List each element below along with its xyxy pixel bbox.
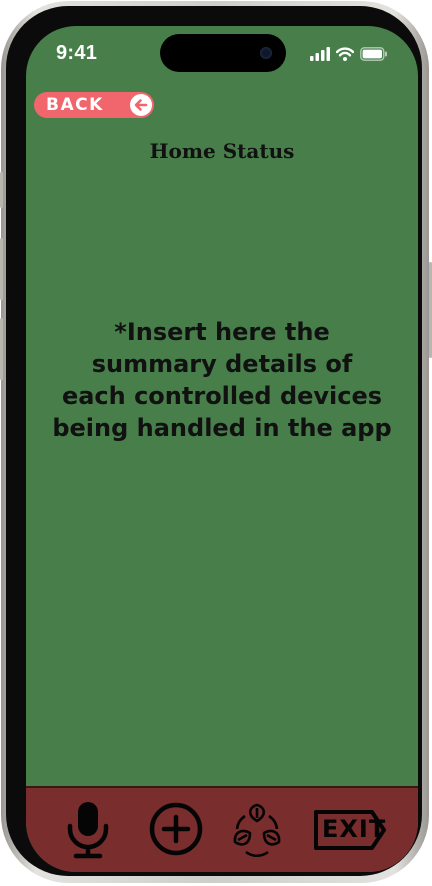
eco-button[interactable]	[226, 800, 288, 867]
app-screen: 9:41 BACK Home Status *Insert here the s…	[26, 26, 418, 872]
wifi-icon	[336, 47, 354, 61]
arrow-left-icon	[130, 94, 152, 116]
summary-placeholder-text: *Insert here the summary details of each…	[52, 318, 392, 442]
back-button-label: BACK	[46, 95, 104, 115]
plus-circle-icon	[149, 802, 203, 856]
dynamic-island	[160, 34, 286, 72]
status-time: 9:41	[56, 42, 98, 64]
exit-button[interactable]: EXIT	[312, 808, 388, 857]
phone-bezel: 9:41 BACK Home Status *Insert here the s…	[6, 6, 422, 876]
action-button	[0, 172, 3, 208]
add-device-button[interactable]	[146, 800, 206, 865]
microphone-button[interactable]	[58, 800, 118, 865]
recycle-leaves-icon	[233, 803, 281, 857]
bottom-nav-bar: EXIT	[26, 786, 418, 872]
front-camera	[260, 47, 272, 59]
status-icons	[310, 47, 388, 61]
cellular-signal-icon	[310, 47, 330, 61]
battery-icon	[360, 47, 387, 61]
volume-down-button	[0, 318, 3, 380]
back-button[interactable]: BACK	[34, 92, 154, 118]
page-title: Home Status	[149, 139, 295, 163]
volume-up-button	[0, 238, 3, 300]
microphone-icon	[67, 802, 109, 859]
exit-label: EXIT	[322, 815, 387, 843]
